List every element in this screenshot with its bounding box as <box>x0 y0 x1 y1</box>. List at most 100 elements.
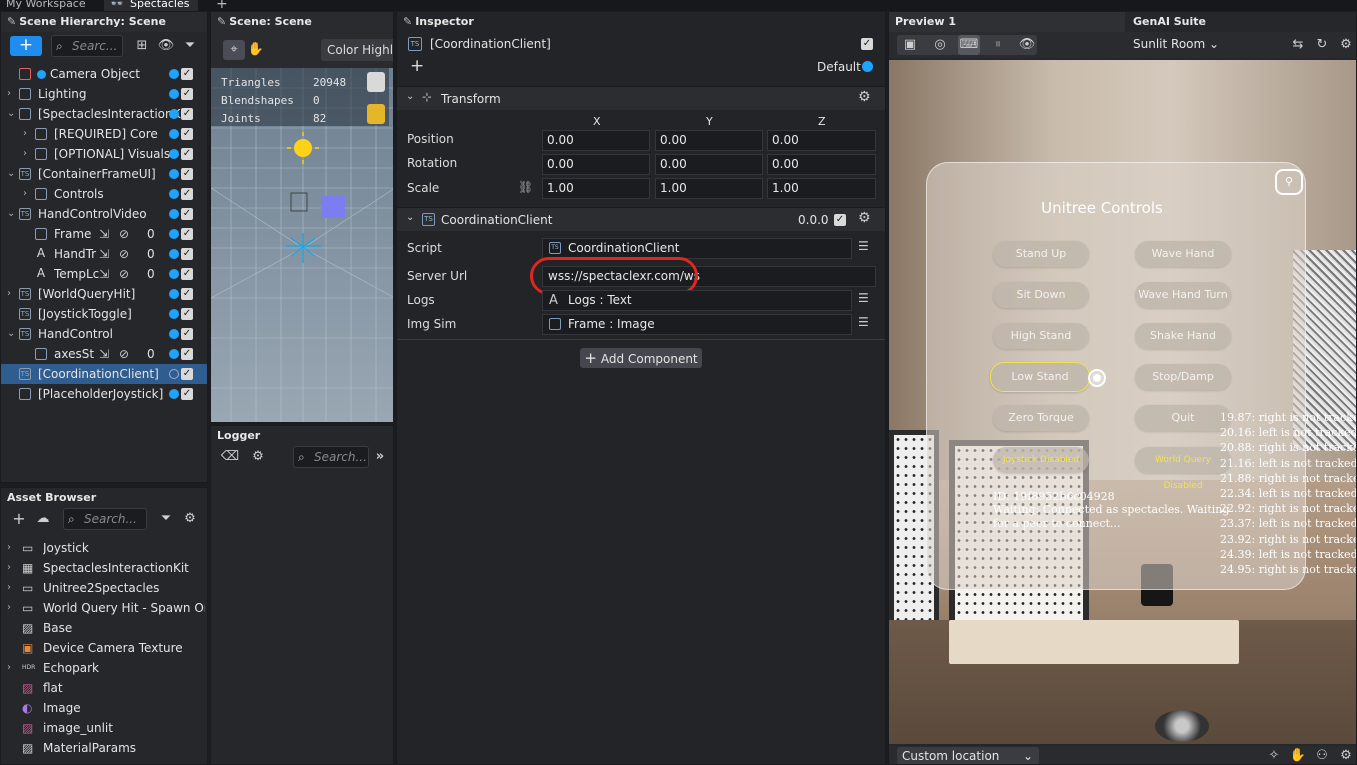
hierarchy-item[interactable]: Frame ⇲ ⊘ 0 ✓ <box>1 224 207 244</box>
expand-chevron-icon[interactable]: ⌄ <box>7 204 17 224</box>
enabled-checkbox[interactable]: ✓ <box>181 128 193 140</box>
tab-my-workspace[interactable]: My Workspace <box>0 0 92 11</box>
asset-expand-chevron-icon[interactable]: › <box>7 538 17 558</box>
asset-settings-gear-icon[interactable]: ⚙ <box>179 509 201 529</box>
hierarchy-item[interactable]: ⌄ TS HandControlVideo ✓ <box>1 204 207 224</box>
bottom-settings-icon[interactable]: ⚙ <box>1335 746 1356 764</box>
rotation-y-field[interactable]: 0.00 <box>655 154 763 175</box>
visibility-eye-icon[interactable]: 👁 <box>155 36 177 56</box>
record-icon[interactable]: ◎ <box>929 35 951 55</box>
device-view-icon[interactable]: ⌨ <box>958 35 980 55</box>
location-dropdown[interactable]: Custom location ⌄ <box>897 747 1039 764</box>
unitree-right-button[interactable]: World Query Disabled <box>1135 447 1231 491</box>
enabled-checkbox[interactable]: ✓ <box>181 228 193 240</box>
visibility-dot[interactable] <box>169 369 179 379</box>
asset-item[interactable]: ▣ Device Camera Texture <box>1 638 207 658</box>
asset-item[interactable]: › HDR Echopark <box>1 658 207 678</box>
scale-y-field[interactable]: 1.00 <box>655 178 763 199</box>
hierarchy-item[interactable]: › [REQUIRED] Core ✓ <box>1 124 207 144</box>
log-settings-icon[interactable]: ⚙ <box>247 447 269 467</box>
swap-icon[interactable]: ⇆ <box>1287 35 1309 55</box>
enabled-checkbox[interactable]: ✓ <box>181 108 193 120</box>
add-component-button[interactable]: + Add Component <box>580 348 702 368</box>
enabled-checkbox[interactable]: ✓ <box>181 368 193 380</box>
asset-item[interactable]: ▨ flat <box>1 678 207 698</box>
position-y-field[interactable]: 0.00 <box>655 130 763 151</box>
hierarchy-item[interactable]: ⌄ TS HandControl ✓ <box>1 324 207 344</box>
clear-log-icon[interactable]: ⌫ <box>219 447 241 467</box>
gesture-icon[interactable]: ✧ <box>1263 746 1285 764</box>
hierarchy-item[interactable]: ⌄ TS [ContainerFrameUI] ✓ <box>1 164 207 184</box>
unitree-left-button[interactable]: Sit Down <box>993 282 1089 308</box>
scale-z-field[interactable]: 1.00 <box>767 178 876 199</box>
pause-icon[interactable]: ⏸ <box>987 35 1009 55</box>
enabled-checkbox[interactable]: ✓ <box>181 168 193 180</box>
unitree-left-button[interactable]: Zero Torque <box>993 405 1089 431</box>
asset-item[interactable]: › ▭ Joystick <box>1 538 207 558</box>
layer-dot[interactable] <box>862 61 873 72</box>
visibility-dot[interactable] <box>169 169 179 179</box>
asset-item[interactable]: › ▦ SpectaclesInteractionKit <box>1 558 207 578</box>
preview-settings-gear-icon[interactable]: ⚙ <box>1335 35 1356 55</box>
asset-search-input[interactable]: ⌕ Search... <box>63 508 147 530</box>
asset-item[interactable]: ▨ Base <box>1 618 207 638</box>
component-header[interactable]: ⌄ TS CoordinationClient 0.0.0 ✓ ⚙ <box>397 207 885 231</box>
visibility-dot[interactable] <box>169 209 179 219</box>
color-highlight-dropdown[interactable]: Color Highli <box>321 39 393 61</box>
genai-suite-tab[interactable]: GenAI Suite <box>1127 12 1356 32</box>
enabled-checkbox[interactable]: ✓ <box>181 328 193 340</box>
reset-icon[interactable]: ↻ <box>1311 35 1333 55</box>
collapse-chevron-icon[interactable]: › <box>7 284 17 304</box>
asset-item[interactable]: ◐ Image <box>1 698 207 718</box>
object-enabled-checkbox[interactable]: ✓ <box>861 38 873 50</box>
visibility-dot[interactable] <box>169 269 179 279</box>
visibility-dot[interactable] <box>169 229 179 239</box>
scale-link-icon[interactable]: ⛓ <box>518 180 533 194</box>
rotation-x-field[interactable]: 0.00 <box>542 154 650 175</box>
enabled-checkbox[interactable]: ✓ <box>181 388 193 400</box>
cloud-icon[interactable]: ☁ <box>32 509 54 529</box>
hierarchy-search-input[interactable]: ⌕ Searc... <box>51 35 123 57</box>
unitree-right-button[interactable]: Quit <box>1135 405 1231 431</box>
hierarchy-item[interactable]: Camera Object ✓ <box>1 64 207 84</box>
position-z-field[interactable]: 0.00 <box>767 130 876 151</box>
hierarchy-item[interactable]: › TS [WorldQueryHit] ✓ <box>1 284 207 304</box>
preview-title[interactable]: Preview 1 <box>889 12 1125 32</box>
hand-tracking-icon[interactable]: ✋ <box>1287 746 1309 764</box>
hierarchy-item[interactable]: ⌄ [SpectaclesInteractionKit ✓ <box>1 104 207 124</box>
visibility-dot[interactable] <box>169 329 179 339</box>
hierarchy-item[interactable]: › [OPTIONAL] Visuals ✓ <box>1 144 207 164</box>
unitree-left-button[interactable]: Stand Up <box>993 241 1089 267</box>
enabled-checkbox[interactable]: ✓ <box>181 308 193 320</box>
hierarchy-item[interactable]: › Lighting ✓ <box>1 84 207 104</box>
asset-expand-chevron-icon[interactable]: › <box>7 578 17 598</box>
unitree-right-button[interactable]: Shake Hand <box>1135 323 1231 349</box>
enabled-checkbox[interactable]: ✓ <box>181 188 193 200</box>
enabled-checkbox[interactable]: ✓ <box>181 288 193 300</box>
visibility-dot[interactable] <box>169 89 179 99</box>
script-options-icon[interactable]: ☰ <box>858 239 869 253</box>
visibility-dot[interactable] <box>169 349 179 359</box>
filter-icon[interactable]: ⏷ <box>179 36 201 56</box>
asset-item[interactable]: ▨ MaterialParams <box>1 738 207 758</box>
pan-hand-icon[interactable]: ✋ <box>245 40 267 60</box>
hierarchy-item[interactable]: › Controls ✓ <box>1 184 207 204</box>
unitree-right-button[interactable]: Stop/Damp <box>1135 364 1231 390</box>
hierarchy-item[interactable]: A TempLc ⇲ ⊘ 0 ✓ <box>1 264 207 284</box>
visibility-dot[interactable] <box>169 129 179 139</box>
visibility-dot[interactable] <box>169 309 179 319</box>
expand-chevrons-icon[interactable]: » <box>369 447 391 467</box>
unitree-right-button[interactable]: Wave Hand Turn <box>1135 282 1231 308</box>
add-icon[interactable]: + <box>410 56 424 76</box>
enabled-checkbox[interactable]: ✓ <box>181 248 193 260</box>
transform-header[interactable]: ⌄ ⊹ Transform ⚙ <box>397 86 885 110</box>
position-x-field[interactable]: 0.00 <box>542 130 650 151</box>
visibility-dot[interactable] <box>169 189 179 199</box>
visibility-dot[interactable] <box>169 109 179 119</box>
add-object-button[interactable]: + <box>10 36 42 56</box>
component-enabled-checkbox[interactable]: ✓ <box>834 214 846 226</box>
hierarchy-item[interactable]: A HandTr ⇲ ⊘ 0 ✓ <box>1 244 207 264</box>
unitree-left-button[interactable]: High Stand <box>993 323 1089 349</box>
collapse-chevron-icon[interactable]: › <box>7 84 17 104</box>
transform-settings-gear-icon[interactable]: ⚙ <box>858 89 871 105</box>
